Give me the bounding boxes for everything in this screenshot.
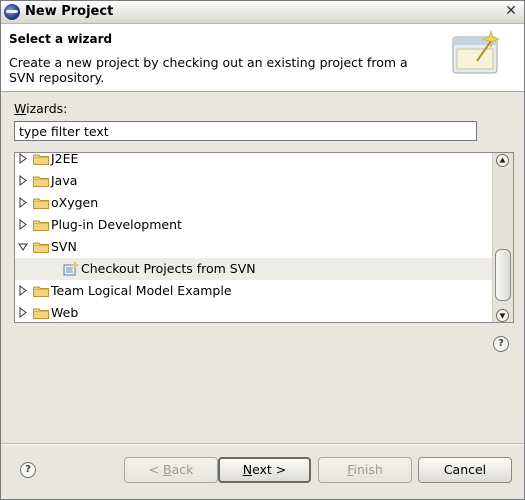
expand-icon[interactable] [18, 175, 28, 186]
expand-icon[interactable] [18, 219, 28, 230]
tree-item-label: Plug-in Development [51, 217, 182, 232]
banner-description: Create a new project by checking out an … [9, 55, 408, 85]
close-icon[interactable]: ✕ [503, 3, 519, 19]
eclipse-icon [4, 4, 20, 20]
tree-item[interactable]: Java [15, 170, 493, 192]
tree-item[interactable]: SVN [15, 236, 493, 258]
svn-checkout-icon [63, 261, 80, 277]
scroll-down-icon[interactable] [496, 309, 509, 322]
banner-title: Select a wizard [9, 32, 113, 46]
scroll-thumb[interactable] [495, 249, 511, 301]
filter-input[interactable] [14, 121, 477, 141]
tree-item[interactable]: J2EE [15, 152, 493, 170]
folder-icon [33, 241, 49, 253]
window-title: New Project [25, 4, 114, 19]
collapse-icon[interactable] [18, 241, 28, 252]
folder-icon [33, 307, 49, 319]
title-bar[interactable]: New Project ✕ [1, 1, 524, 24]
tree-item-checkout-projects[interactable]: Checkout Projects from SVN [15, 258, 493, 280]
cancel-button[interactable]: Cancel [418, 457, 512, 483]
expand-icon[interactable] [18, 285, 28, 296]
tree-item[interactable]: oXygen [15, 192, 493, 214]
vertical-scrollbar[interactable] [492, 153, 513, 322]
folder-icon [33, 153, 49, 165]
tree-item-label: SVN [51, 239, 77, 254]
folder-icon [33, 175, 49, 187]
tree-item-label: Checkout Projects from SVN [81, 261, 256, 276]
wizard-banner-icon [452, 30, 500, 74]
new-project-dialog: New Project ✕ Select a wizard Create a n… [0, 0, 525, 500]
folder-icon [33, 219, 49, 231]
scroll-up-icon[interactable] [496, 154, 509, 167]
back-button[interactable]: < Back [124, 457, 218, 483]
tree-item-label: Java [51, 173, 78, 188]
wizard-banner: Select a wizard Create a new project by … [1, 24, 524, 92]
finish-button[interactable]: Finish [318, 457, 412, 483]
folder-icon [33, 197, 49, 209]
next-button[interactable]: Next > [218, 457, 311, 483]
tree-item[interactable]: Team Logical Model Example [15, 280, 493, 302]
tree-item-label: J2EE [51, 152, 79, 166]
help-icon[interactable]: ? [20, 462, 36, 478]
tree-item-label: Web [51, 305, 79, 320]
expand-icon[interactable] [18, 307, 28, 318]
button-bar-divider [1, 443, 524, 445]
tree-item-label: Team Logical Model Example [51, 283, 232, 298]
expand-icon[interactable] [18, 197, 28, 208]
expand-icon[interactable] [18, 153, 28, 164]
wizards-label: Wizards: [14, 101, 68, 116]
tree-item-label: oXygen [51, 195, 99, 210]
folder-icon [33, 285, 49, 297]
wizard-tree[interactable]: J2EE Java oXygen Plug-in Development SVN Chec… [14, 152, 514, 323]
tree-item[interactable]: Plug-in Development [15, 214, 493, 236]
help-icon[interactable]: ? [493, 336, 509, 352]
tree-item[interactable]: Web [15, 302, 493, 322]
